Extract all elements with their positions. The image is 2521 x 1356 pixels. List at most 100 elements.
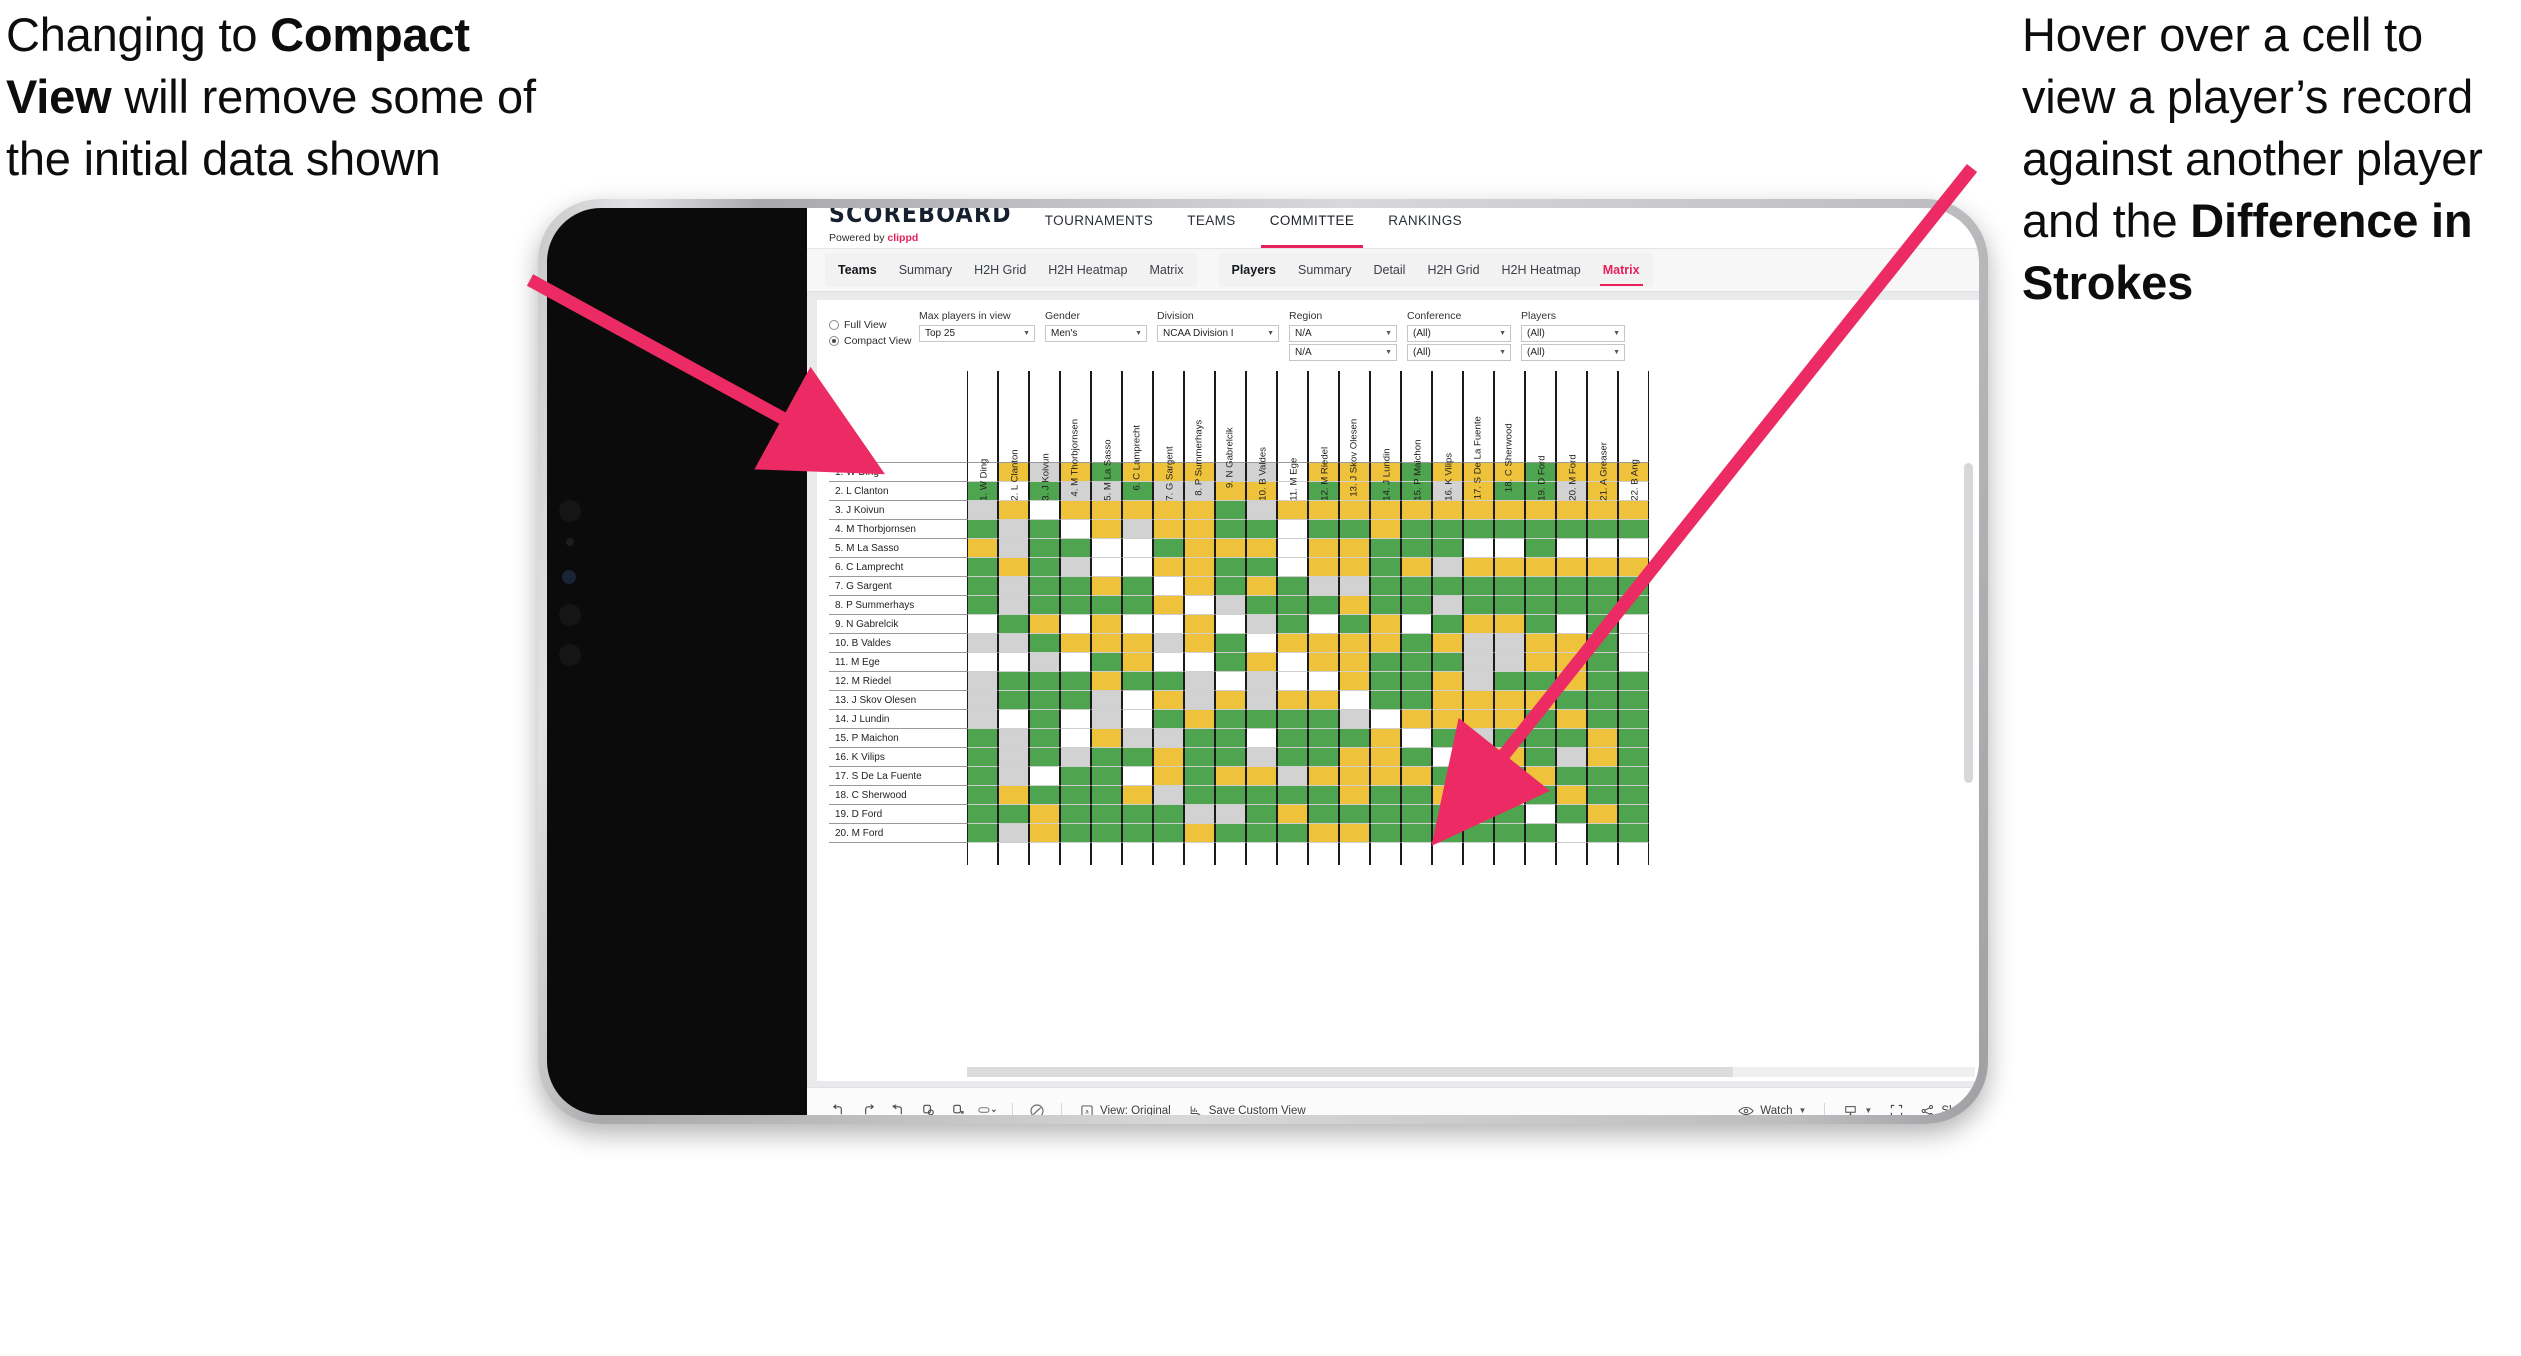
- matrix-cell[interactable]: [1401, 767, 1432, 786]
- matrix-cell[interactable]: [1060, 786, 1091, 805]
- matrix-cell[interactable]: [1618, 520, 1649, 539]
- matrix-cell[interactable]: [1308, 501, 1339, 520]
- matrix-cell[interactable]: [1184, 558, 1215, 577]
- subnav-teams-matrix[interactable]: Matrix: [1138, 253, 1194, 287]
- matrix-cell[interactable]: [1122, 653, 1153, 672]
- matrix-cell[interactable]: [1122, 748, 1153, 767]
- matrix-cell[interactable]: [998, 653, 1029, 672]
- matrix-row-label[interactable]: 18. C Sherwood: [829, 786, 967, 805]
- matrix-cell[interactable]: [1556, 710, 1587, 729]
- matrix-cell[interactable]: [1246, 596, 1277, 615]
- radio-full-view[interactable]: Full View: [829, 319, 919, 331]
- matrix-cell[interactable]: [1029, 539, 1060, 558]
- matrix-cell[interactable]: [1308, 729, 1339, 748]
- filter-division-select[interactable]: NCAA Division I ▼: [1157, 325, 1279, 342]
- matrix-cell[interactable]: [1060, 805, 1091, 824]
- matrix-cell[interactable]: [1463, 710, 1494, 729]
- matrix-cell[interactable]: [1494, 748, 1525, 767]
- matrix-cell[interactable]: [998, 596, 1029, 615]
- matrix-cell[interactable]: [1246, 748, 1277, 767]
- matrix-cell[interactable]: [1091, 653, 1122, 672]
- matrix-cell[interactable]: [1122, 539, 1153, 558]
- matrix-cell[interactable]: [1556, 748, 1587, 767]
- matrix-cell[interactable]: [1432, 577, 1463, 596]
- matrix-cell[interactable]: [998, 805, 1029, 824]
- matrix-cell[interactable]: [1370, 710, 1401, 729]
- matrix-cell[interactable]: [1463, 786, 1494, 805]
- matrix-cell[interactable]: [1618, 539, 1649, 558]
- matrix-cell[interactable]: [1153, 577, 1184, 596]
- matrix-cell[interactable]: [998, 691, 1029, 710]
- matrix-cell[interactable]: [1370, 653, 1401, 672]
- matrix-cell[interactable]: [1525, 748, 1556, 767]
- matrix-cell[interactable]: [1339, 615, 1370, 634]
- matrix-cell[interactable]: [1432, 672, 1463, 691]
- matrix-cell[interactable]: [1339, 824, 1370, 843]
- matrix-cell[interactable]: [1494, 577, 1525, 596]
- matrix-cell[interactable]: [1184, 596, 1215, 615]
- matrix-cell[interactable]: [1370, 824, 1401, 843]
- matrix-cell[interactable]: [1184, 577, 1215, 596]
- matrix-cell[interactable]: [1339, 805, 1370, 824]
- matrix-column-header[interactable]: 14. J Lundin: [1370, 371, 1401, 501]
- matrix-cell[interactable]: [1184, 786, 1215, 805]
- matrix-cell[interactable]: [1184, 767, 1215, 786]
- matrix-row-label[interactable]: 3. J Koivun: [829, 501, 967, 520]
- matrix-cell[interactable]: [1618, 767, 1649, 786]
- help-icon[interactable]: [1022, 1103, 1052, 1115]
- matrix-cell[interactable]: [1401, 615, 1432, 634]
- matrix-cell[interactable]: [1184, 520, 1215, 539]
- matrix-column-header[interactable]: 13. J Skov Olesen: [1339, 371, 1370, 497]
- matrix-column-header[interactable]: 1. W Ding: [967, 371, 998, 501]
- matrix-cell[interactable]: [1432, 824, 1463, 843]
- matrix-cell[interactable]: [1215, 786, 1246, 805]
- matrix-column-header[interactable]: 18. C Sherwood: [1494, 371, 1525, 492]
- matrix-cell[interactable]: [1122, 501, 1153, 520]
- matrix-cell[interactable]: [1029, 653, 1060, 672]
- matrix-cell[interactable]: [1277, 710, 1308, 729]
- matrix-cell[interactable]: [1401, 501, 1432, 520]
- matrix-cell[interactable]: [1339, 520, 1370, 539]
- radio-compact-view-circle[interactable]: [829, 336, 839, 346]
- matrix-cell[interactable]: [1525, 691, 1556, 710]
- matrix-cell[interactable]: [1432, 710, 1463, 729]
- matrix-cell[interactable]: [1215, 539, 1246, 558]
- subnav-players-h2h-grid[interactable]: H2H Grid: [1416, 253, 1490, 287]
- matrix-cell[interactable]: [1463, 748, 1494, 767]
- matrix-cell[interactable]: [1215, 615, 1246, 634]
- matrix-cell[interactable]: [1122, 767, 1153, 786]
- matrix-cell[interactable]: [1029, 558, 1060, 577]
- matrix-cell[interactable]: [1277, 672, 1308, 691]
- matrix-cell[interactable]: [1308, 539, 1339, 558]
- matrix-cell[interactable]: [1277, 729, 1308, 748]
- matrix-cell[interactable]: [1029, 786, 1060, 805]
- matrix-cell[interactable]: [1029, 596, 1060, 615]
- matrix-cell[interactable]: [1153, 691, 1184, 710]
- matrix-cell[interactable]: [1494, 520, 1525, 539]
- matrix-column-header[interactable]: 9. N Gabrelcik: [1215, 371, 1246, 488]
- matrix-cell[interactable]: [967, 767, 998, 786]
- subnav-players-matrix[interactable]: Matrix: [1592, 253, 1651, 287]
- matrix-cell[interactable]: [1494, 786, 1525, 805]
- matrix-cell[interactable]: [998, 558, 1029, 577]
- matrix-cell[interactable]: [1215, 672, 1246, 691]
- matrix-cell[interactable]: [1339, 501, 1370, 520]
- matrix-cell[interactable]: [1556, 596, 1587, 615]
- matrix-cell[interactable]: [1556, 691, 1587, 710]
- matrix-cell[interactable]: [1401, 558, 1432, 577]
- matrix-cell[interactable]: [1525, 577, 1556, 596]
- matrix-column-header[interactable]: 7. G Sargent: [1153, 371, 1184, 501]
- matrix-cell[interactable]: [1122, 520, 1153, 539]
- matrix-row-label[interactable]: 16. K Vilips: [829, 748, 967, 767]
- matrix-cell[interactable]: [1153, 748, 1184, 767]
- matrix-cell[interactable]: [1060, 615, 1091, 634]
- matrix-cell[interactable]: [1122, 710, 1153, 729]
- matrix-column-header[interactable]: 20. M Ford: [1556, 371, 1587, 501]
- matrix-cell[interactable]: [1184, 824, 1215, 843]
- matrix-row-label[interactable]: 7. G Sargent: [829, 577, 967, 596]
- matrix-cell[interactable]: [1525, 767, 1556, 786]
- refresh-icon[interactable]: [913, 1103, 943, 1115]
- matrix-row-label[interactable]: 17. S De La Fuente: [829, 767, 967, 786]
- matrix-cell[interactable]: [998, 520, 1029, 539]
- matrix-cell[interactable]: [1401, 653, 1432, 672]
